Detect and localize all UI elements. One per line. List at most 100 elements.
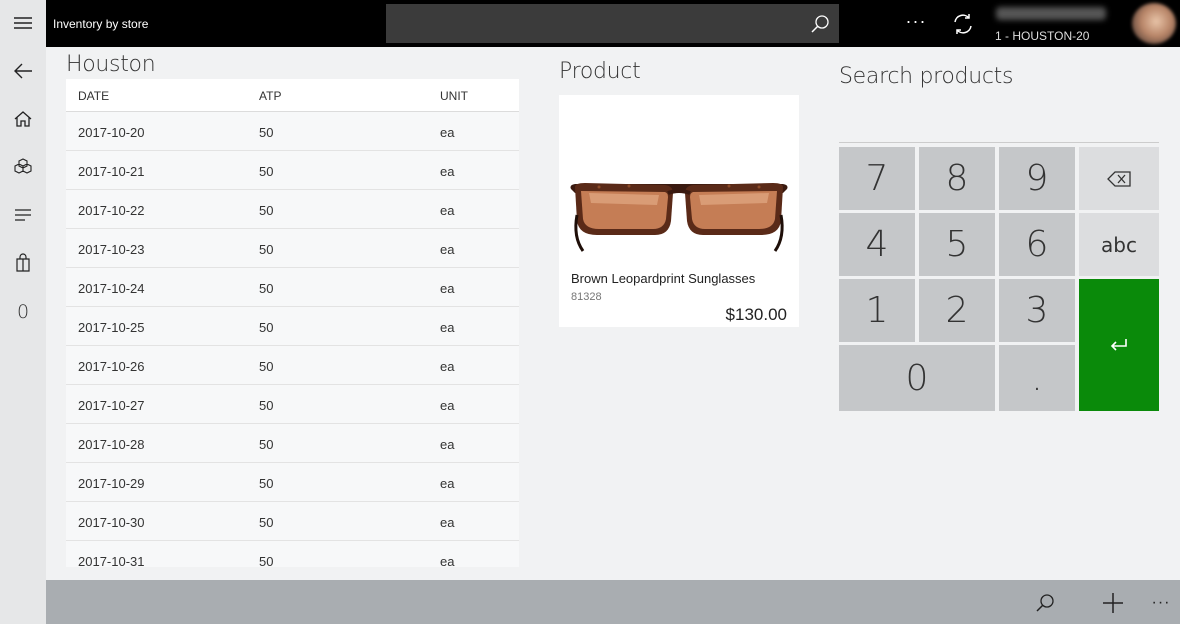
product-name: Brown Leopardprint Sunglasses [571, 271, 756, 286]
unit-cell: ea [440, 203, 455, 218]
search-box[interactable] [386, 4, 839, 43]
atp-cell: 50 [259, 515, 274, 530]
avatar[interactable] [1132, 3, 1176, 44]
list-icon[interactable] [0, 195, 46, 235]
numpad-key-decimal[interactable]: . [999, 345, 1075, 411]
enter-button[interactable] [1079, 279, 1159, 411]
date-cell: 2017-10-27 [78, 398, 145, 413]
atp-cell: 50 [259, 203, 274, 218]
unit-cell: ea [440, 164, 455, 179]
bag-icon[interactable] [0, 243, 46, 283]
store-label: 1 - HOUSTON-20 [995, 29, 1090, 43]
table-row[interactable]: 2017-10-20 50 ea [66, 112, 519, 151]
search-input[interactable] [386, 4, 796, 43]
atp-cell: 50 [259, 437, 274, 452]
table-row[interactable]: 2017-10-25 50 ea [66, 307, 519, 346]
numpad-key-5[interactable]: 5 [919, 213, 995, 276]
atp-cell: 50 [259, 476, 274, 491]
atp-cell: 50 [259, 359, 274, 374]
unit-cell: ea [440, 359, 455, 374]
search-icon[interactable] [809, 13, 831, 35]
numpad-key-4[interactable]: 4 [839, 213, 915, 276]
search-icon [1036, 594, 1054, 612]
numpad-key-8[interactable]: 8 [919, 147, 995, 210]
product-price: $130.00 [725, 305, 787, 324]
sync-icon[interactable] [950, 11, 976, 37]
date-cell: 2017-10-24 [78, 281, 145, 296]
date-cell: 2017-10-23 [78, 242, 145, 257]
atp-cell: 50 [259, 554, 274, 567]
unit-cell: ea [440, 125, 455, 140]
unit-cell: ea [440, 515, 455, 530]
transaction-count-button[interactable]: 0 [0, 292, 46, 332]
inventory-table: DATE ATP UNIT 2017-10-20 50 ea 2017-10-21 5… [66, 79, 519, 567]
table-row[interactable]: 2017-10-23 50 ea [66, 229, 519, 268]
sunglasses-image [570, 183, 788, 252]
date-cell: 2017-10-20 [78, 125, 145, 140]
atp-cell: 50 [259, 164, 274, 179]
atp-cell: 50 [259, 320, 274, 335]
top-bar: Inventory by store ··· 1 - HOUSTON-20 [46, 0, 1180, 47]
product-card[interactable]: Brown Leopardprint Sunglasses 81328 $130… [559, 95, 799, 327]
product-id: 81328 [571, 291, 602, 303]
date-cell: 2017-10-31 [78, 554, 145, 567]
unit-cell: ea [440, 554, 455, 567]
numpad-key-7[interactable]: 7 [839, 147, 915, 210]
backspace-button[interactable] [1079, 147, 1159, 210]
search-products-title: Search products [839, 64, 1014, 89]
table-row[interactable]: 2017-10-30 50 ea [66, 502, 519, 541]
menu-icon[interactable] [0, 3, 46, 43]
plus-icon [1103, 593, 1123, 613]
table-header: DATE ATP UNIT [66, 79, 519, 112]
unit-cell: ea [440, 437, 455, 452]
unit-cell: ea [440, 398, 455, 413]
table-row[interactable]: 2017-10-28 50 ea [66, 424, 519, 463]
unit-cell: ea [440, 320, 455, 335]
numpad-key-9[interactable]: 9 [999, 147, 1075, 210]
user-name-blurred [996, 7, 1106, 20]
abc-keyboard-button[interactable]: abc [1079, 213, 1159, 276]
atp-cell: 50 [259, 125, 274, 140]
search-button[interactable] [1032, 590, 1058, 616]
home-icon[interactable] [0, 99, 46, 139]
enter-icon [1110, 339, 1127, 351]
table-row[interactable]: 2017-10-29 50 ea [66, 463, 519, 502]
unit-cell: ea [440, 281, 455, 296]
numpad-entry-line[interactable] [839, 142, 1159, 143]
backspace-icon [1107, 170, 1131, 187]
app-title: Inventory by store [53, 17, 149, 31]
table-row[interactable]: 2017-10-27 50 ea [66, 385, 519, 424]
products-icon[interactable] [0, 147, 46, 187]
product-section-title: Product [559, 59, 641, 84]
numpad-key-3[interactable]: 3 [999, 279, 1075, 342]
table-row[interactable]: 2017-10-21 50 ea [66, 151, 519, 190]
app-bar-more-button[interactable]: ··· [1148, 590, 1174, 616]
numpad-key-2[interactable]: 2 [919, 279, 995, 342]
date-cell: 2017-10-21 [78, 164, 145, 179]
numpad-key-0[interactable]: 0 [839, 345, 995, 411]
back-icon[interactable] [0, 51, 46, 91]
date-cell: 2017-10-22 [78, 203, 145, 218]
date-cell: 2017-10-25 [78, 320, 145, 335]
table-row[interactable]: 2017-10-26 50 ea [66, 346, 519, 385]
date-cell: 2017-10-29 [78, 476, 145, 491]
atp-cell: 50 [259, 242, 274, 257]
store-title: Houston [66, 52, 156, 77]
column-header-date: DATE [78, 89, 110, 103]
atp-cell: 50 [259, 281, 274, 296]
unit-cell: ea [440, 476, 455, 491]
add-button[interactable] [1100, 590, 1126, 616]
app-bar: ··· [46, 580, 1180, 624]
column-header-unit: UNIT [440, 89, 468, 103]
table-row[interactable]: 2017-10-24 50 ea [66, 268, 519, 307]
date-cell: 2017-10-28 [78, 437, 145, 452]
date-cell: 2017-10-26 [78, 359, 145, 374]
numpad-key-6[interactable]: 6 [999, 213, 1075, 276]
numpad-key-1[interactable]: 1 [839, 279, 915, 342]
more-options-button[interactable]: ··· [903, 10, 929, 36]
table-row[interactable]: 2017-10-22 50 ea [66, 190, 519, 229]
table-row[interactable]: 2017-10-31 50 ea [66, 541, 519, 567]
unit-cell: ea [440, 242, 455, 257]
date-cell: 2017-10-30 [78, 515, 145, 530]
column-header-atp: ATP [259, 89, 282, 103]
